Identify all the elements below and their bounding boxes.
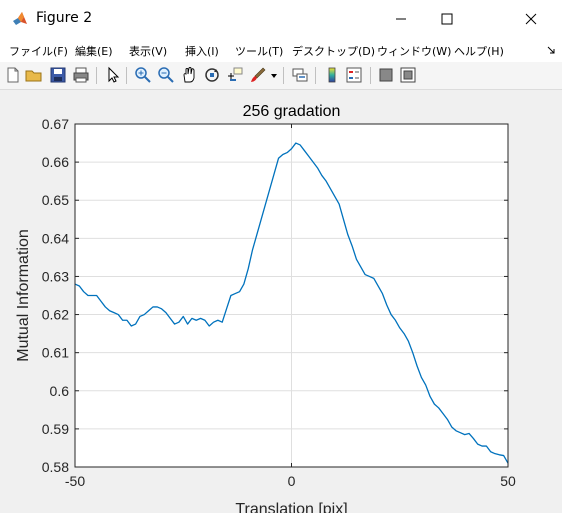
toolbar-separator	[283, 67, 284, 84]
menu-edit[interactable]: 編集(E)	[75, 43, 113, 59]
link-plot-icon[interactable]	[291, 66, 309, 84]
maximize-button[interactable]	[424, 0, 470, 38]
x-tick-label: 50	[500, 473, 516, 489]
y-tick-label: 0.67	[42, 116, 69, 132]
open-file-icon[interactable]	[25, 66, 43, 84]
maximize-icon	[441, 13, 453, 25]
pan-hand-icon[interactable]	[180, 66, 198, 84]
menu-insert[interactable]: 挿入(I)	[185, 43, 219, 59]
y-tick-label: 0.65	[42, 192, 69, 208]
menu-window[interactable]: ウィンドウ(W)	[377, 43, 451, 59]
menu-desktop[interactable]: デスクトップ(D)	[292, 43, 375, 59]
minimize-icon	[396, 18, 406, 20]
dock-arrow-icon[interactable]	[547, 46, 556, 55]
zoom-in-icon[interactable]	[134, 66, 152, 84]
y-tick-label: 0.62	[42, 307, 69, 323]
legend-icon[interactable]	[345, 66, 363, 84]
save-icon[interactable]	[49, 66, 67, 84]
y-tick-label: 0.64	[42, 230, 69, 246]
menu-tools[interactable]: ツール(T)	[235, 43, 283, 59]
matlab-logo-icon	[12, 11, 28, 31]
x-tick-label: -50	[65, 473, 85, 489]
toolbar-separator	[370, 67, 371, 84]
x-axis-label: Translation [pix]	[235, 501, 347, 513]
figure-canvas: 0.58 0.59 0.6 0.61 0.62 0.63 0.64 0.65 0.66 0.67-…	[0, 90, 562, 513]
rotate-3d-icon[interactable]	[203, 66, 221, 84]
x-tick-label: 0	[288, 473, 296, 489]
close-icon	[525, 13, 537, 25]
toolbar-separator	[315, 67, 316, 84]
data-cursor-icon[interactable]	[226, 66, 244, 84]
hide-plot-tools-icon[interactable]	[377, 66, 395, 84]
menu-view[interactable]: 表示(V)	[129, 43, 167, 59]
figure-toolbar	[0, 62, 562, 90]
y-tick-label: 0.63	[42, 268, 69, 284]
brush-icon[interactable]	[249, 66, 267, 84]
y-axis-label: Mutual Information	[15, 229, 32, 362]
colorbar-icon[interactable]	[323, 66, 341, 84]
close-button[interactable]	[508, 0, 554, 38]
y-tick-label: 0.59	[42, 421, 69, 437]
toolbar-separator	[96, 67, 97, 84]
print-icon[interactable]	[72, 66, 90, 84]
menu-file[interactable]: ファイル(F)	[9, 43, 68, 59]
y-tick-label: 0.61	[42, 345, 69, 361]
window-title: Figure 2	[36, 10, 93, 26]
y-tick-label: 0.66	[42, 154, 69, 170]
toolbar-separator	[126, 67, 127, 84]
line-plot[interactable]: 0.580.590.60.610.620.630.640.650.660.67-…	[0, 90, 562, 513]
brush-dropdown-icon[interactable]	[271, 74, 277, 78]
zoom-out-icon[interactable]	[157, 66, 175, 84]
minimize-button[interactable]	[378, 0, 424, 38]
y-tick-label: 0.6	[50, 383, 70, 399]
select-arrow-icon[interactable]	[104, 66, 122, 84]
menu-bar: ファイル(F) 編集(E) 表示(V) 挿入(I) ツール(T) デスクトップ(…	[0, 38, 562, 62]
show-plot-tools-icon[interactable]	[399, 66, 417, 84]
title-bar: Figure 2	[0, 0, 562, 38]
chart-title: 256 gradation	[243, 103, 341, 120]
menu-help[interactable]: ヘルプ(H)	[454, 43, 504, 59]
new-figure-icon[interactable]	[4, 66, 22, 84]
